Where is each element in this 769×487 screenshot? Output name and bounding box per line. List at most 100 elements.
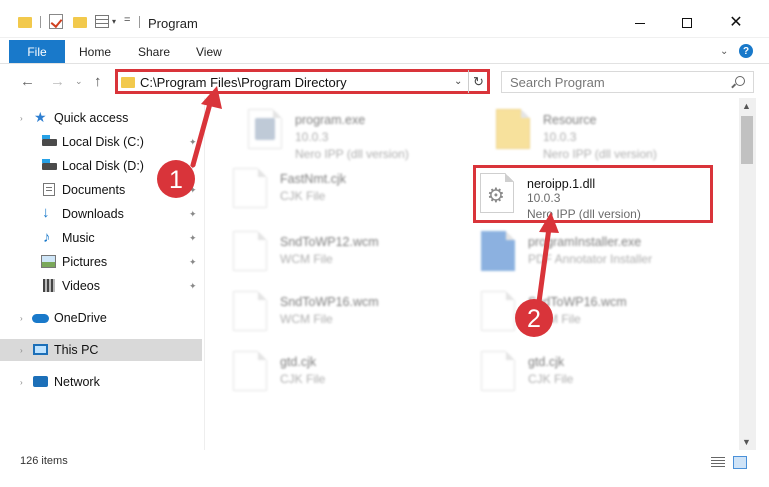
maximize-icon [682,18,692,28]
address-path[interactable]: C:\Program Files\Program Directory [140,75,347,90]
downloads-icon: ↓ [42,204,50,221]
close-icon: ✕ [729,14,743,31]
pin-icon[interactable]: ✦ [189,233,197,244]
expand-ribbon-icon[interactable]: ⌄ [720,46,728,57]
sidebar-item-music[interactable]: ♪ Music ✦ [0,227,202,249]
application-icon [248,109,282,149]
scroll-up-icon[interactable]: ▲ [742,101,751,111]
search-input[interactable]: Search Program [501,71,754,93]
properties-icon[interactable] [49,14,63,29]
file-type: CJK File [280,372,326,386]
search-placeholder: Search Program [510,75,605,90]
sidebar-item-label: Videos [62,279,100,293]
pin-icon[interactable]: ✦ [189,209,197,220]
sidebar-item-quick-access[interactable]: › ★ Quick access [0,107,202,129]
sidebar-item-label: Downloads [62,207,124,221]
file-version: 10.0.3 [543,130,577,144]
help-icon[interactable]: ? [739,44,753,58]
sidebar-item-label: Quick access [54,111,129,125]
tab-file[interactable]: File [9,40,65,63]
pin-icon[interactable]: ✦ [189,137,197,148]
back-button[interactable]: ← [20,73,35,90]
file-item[interactable]: SndToWP16.wcm WCM File [210,283,450,341]
file-icon [233,231,267,271]
file-icon [233,351,267,391]
pin-icon[interactable]: ✦ [189,257,197,268]
sidebar-item-label: Network [54,375,100,389]
chevron-down-icon[interactable]: ▾ [112,17,116,26]
file-icon [233,168,267,208]
title-bar: ▾ = Program ✕ [0,0,769,38]
file-item[interactable]: Resource 10.0.3 Nero IPP (dll version) [473,101,713,161]
file-item[interactable]: gtd.cjk CJK File [458,343,698,401]
onedrive-icon [32,314,49,323]
scroll-thumb[interactable] [741,116,753,164]
music-icon: ♪ [43,229,51,246]
sidebar-item-local-disk-c[interactable]: Local Disk (C:) ✦ [0,131,202,153]
customize-toolbar-icon[interactable]: = [124,14,130,26]
expander-icon[interactable]: › [20,378,23,387]
navigation-bar: ← → ⌄ ↑ C:\Program Files\Program Directo… [0,64,769,98]
sidebar-item-pictures[interactable]: Pictures ✦ [0,251,202,273]
file-type: CJK File [280,189,326,203]
scroll-down-icon[interactable]: ▼ [742,437,751,447]
close-button[interactable]: ✕ [713,8,759,38]
file-name: Resource [543,113,597,127]
sidebar-item-documents[interactable]: Documents ✦ [0,179,202,201]
file-description: Nero IPP (dll version) [295,147,409,161]
file-item[interactable]: FastNmt.cjk CJK File [210,160,450,218]
file-item[interactable]: programInstaller.exe PDF Annotator Insta… [458,223,698,281]
tab-home[interactable]: Home [79,45,111,59]
pin-icon[interactable]: ✦ [189,185,197,196]
file-item[interactable]: gtd.cjk CJK File [210,343,450,401]
sidebar-item-videos[interactable]: Videos ✦ [0,275,202,297]
tab-share[interactable]: Share [138,45,170,59]
expander-icon[interactable]: › [20,114,23,123]
sidebar-item-label: Music [62,231,95,245]
file-item[interactable]: program.exe 10.0.3 Nero IPP (dll version… [225,101,465,161]
chevron-down-icon[interactable]: ⌄ [454,76,462,87]
highlight-box [473,165,713,223]
new-folder-icon[interactable] [73,17,87,28]
sidebar-item-local-disk-d[interactable]: Local Disk (D:) ✦ [0,155,202,177]
file-type: WCM File [528,312,581,326]
separator [139,16,140,28]
ribbon: File Home Share View ⌄ ? [0,38,769,64]
file-version: 10.0.3 [295,130,329,144]
sidebar-item-downloads[interactable]: ↓ Downloads ✦ [0,203,202,225]
address-bar[interactable]: C:\Program Files\Program Directory ⌄ ↻ [115,69,490,94]
network-icon [33,376,48,387]
details-view-icon[interactable] [711,457,725,468]
tab-view[interactable]: View [196,45,222,59]
sidebar-item-onedrive[interactable]: › OneDrive [0,307,202,329]
sidebar-item-network[interactable]: › Network [0,371,202,393]
expander-icon[interactable]: › [20,314,23,323]
vertical-scrollbar[interactable]: ▲ ▼ [739,98,756,450]
file-name: programInstaller.exe [528,235,642,249]
large-icons-view-icon[interactable] [733,456,747,469]
file-item[interactable]: SndToWP12.wcm WCM File [210,223,450,281]
file-name: gtd.cjk [528,355,565,369]
maximize-button[interactable] [664,8,710,38]
status-bar: 126 items [0,450,769,487]
file-item[interactable]: SndToWP16.wcm WCM File [458,283,698,341]
up-button[interactable]: ↑ [94,73,102,90]
sidebar-item-this-pc[interactable]: › This PC [0,339,202,361]
pin-icon[interactable]: ✦ [189,281,197,292]
forward-button[interactable]: → [50,73,65,90]
pin-icon[interactable]: ✦ [189,161,197,172]
view-options-icon[interactable] [95,15,109,28]
folder-icon[interactable] [18,17,32,28]
refresh-button[interactable]: ↻ [468,70,488,93]
computer-icon [33,344,48,355]
sidebar-item-label: Local Disk (D:) [62,159,144,173]
file-icon [233,291,267,331]
recent-locations-icon[interactable]: ⌄ [75,76,83,87]
file-description: Nero IPP (dll version) [543,147,657,161]
file-name: gtd.cjk [280,355,317,369]
file-name: SndToWP16.wcm [528,295,627,309]
sidebar-item-label: Local Disk (C:) [62,135,144,149]
folder-icon [496,109,530,149]
expander-icon[interactable]: › [20,346,23,355]
minimize-button[interactable] [617,8,663,38]
